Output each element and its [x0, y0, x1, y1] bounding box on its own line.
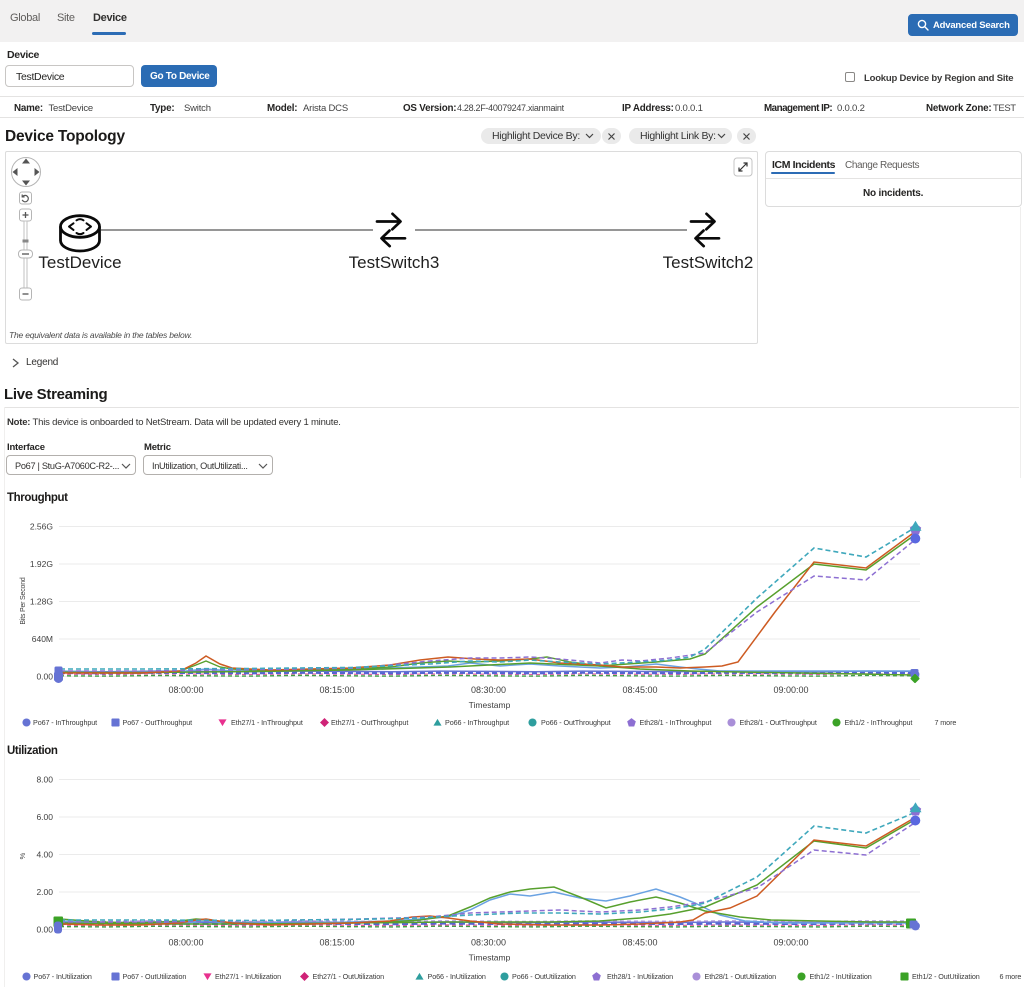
svg-text:Bits Per Second: Bits Per Second [20, 577, 27, 624]
svg-text:08:45:00: 08:45:00 [622, 685, 657, 695]
svg-text:TestDevice: TestDevice [38, 253, 121, 272]
svg-text:640M: 640M [32, 634, 53, 644]
svg-text:08:00:00: 08:00:00 [168, 685, 203, 695]
svg-text:08:30:00: 08:30:00 [471, 938, 506, 948]
svg-text:2.00: 2.00 [36, 887, 53, 897]
svg-text:0.00: 0.00 [36, 672, 53, 682]
svg-text:08:45:00: 08:45:00 [622, 938, 657, 948]
svg-text:08:30:00: 08:30:00 [471, 685, 506, 695]
svg-text:08:00:00: 08:00:00 [168, 938, 203, 948]
svg-text:1.92G: 1.92G [30, 559, 53, 569]
svg-text:09:00:00: 09:00:00 [773, 938, 808, 948]
svg-text:Timestamp: Timestamp [469, 953, 511, 963]
svg-text:08:15:00: 08:15:00 [319, 685, 354, 695]
svg-text:8.00: 8.00 [36, 775, 53, 785]
svg-text:08:15:00: 08:15:00 [319, 938, 354, 948]
svg-text:TestSwitch2: TestSwitch2 [663, 253, 754, 272]
svg-text:09:00:00: 09:00:00 [773, 685, 808, 695]
svg-text:2.56G: 2.56G [30, 522, 53, 532]
svg-text:4.00: 4.00 [36, 850, 53, 860]
svg-text:0.00: 0.00 [36, 925, 53, 935]
svg-text:%: % [18, 852, 27, 859]
svg-text:Timestamp: Timestamp [469, 700, 511, 710]
svg-text:6.00: 6.00 [36, 812, 53, 822]
svg-text:1.28G: 1.28G [30, 597, 53, 607]
svg-text:TestSwitch3: TestSwitch3 [349, 253, 440, 272]
